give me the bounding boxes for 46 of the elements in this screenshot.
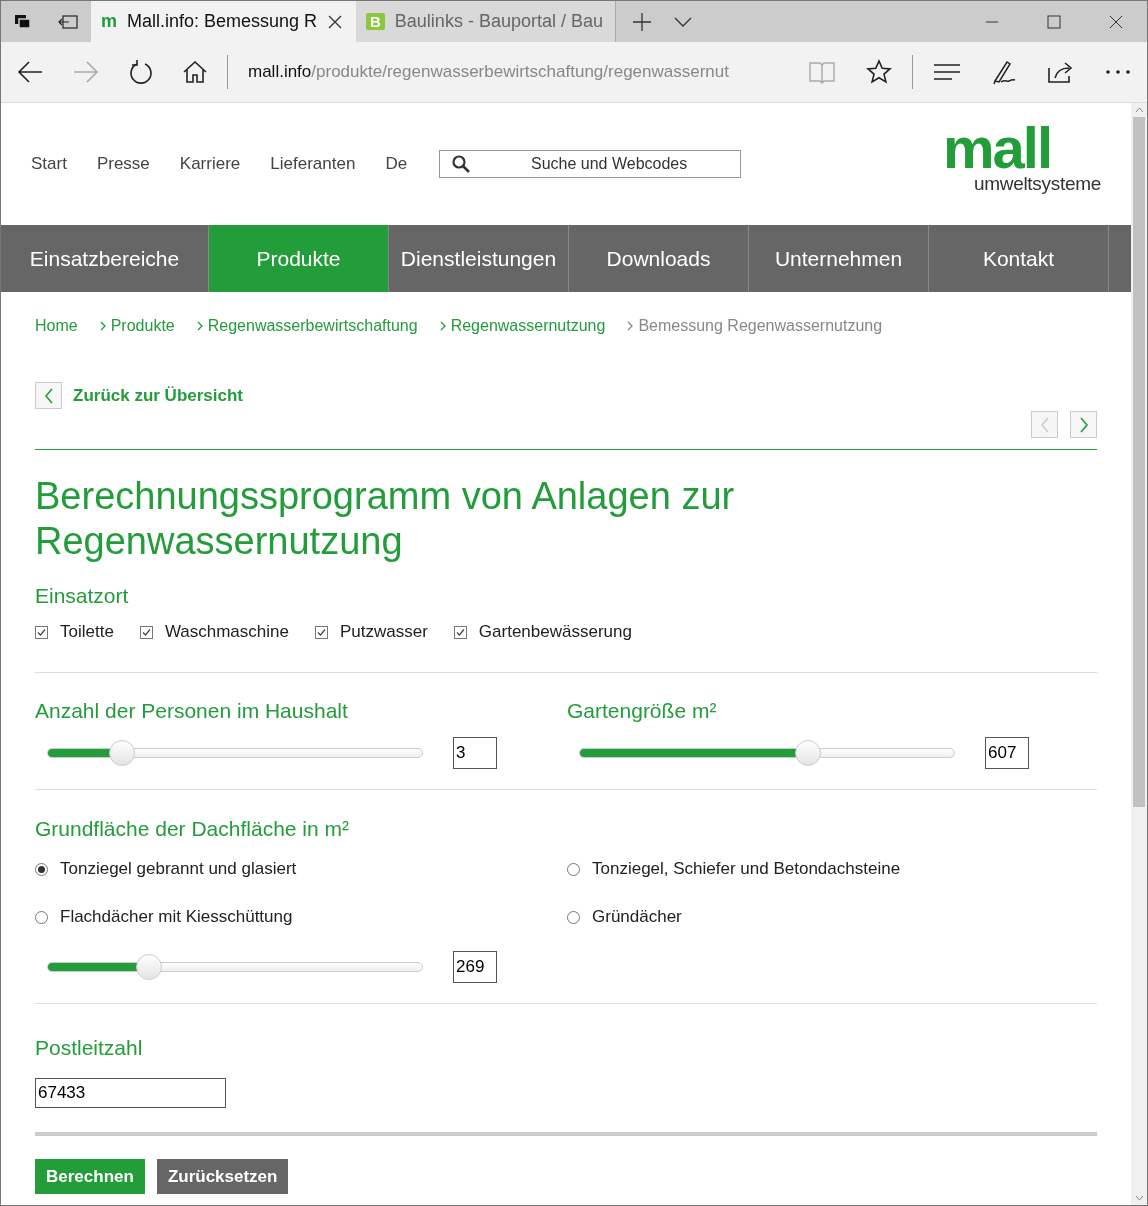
slider-heading: Anzahl der Personen im Haushalt xyxy=(35,699,349,723)
checkbox-label: Gartenbewässerung xyxy=(478,622,632,642)
nav-tab[interactable]: Kontakt xyxy=(929,225,1109,292)
page-title: Berechnungssprogramm von Anlagen zur Regenwassernutzung xyxy=(35,474,736,564)
site-favicon: B xyxy=(366,13,385,30)
back-link[interactable]: Zurück zur Übersicht xyxy=(73,385,244,406)
logo-tagline: umweltsysteme xyxy=(973,173,1101,195)
tab-title: Mall.info: Bemessung R xyxy=(127,11,318,32)
breadcrumb-link[interactable]: Regenwassernutzung xyxy=(450,317,606,335)
form-button[interactable]: Berechnen xyxy=(35,1159,145,1194)
checkbox-label: Putzwasser xyxy=(339,622,428,642)
header-link[interactable]: De xyxy=(385,154,408,174)
number-field[interactable]: 3 xyxy=(453,737,497,769)
nav-tab[interactable]: Produkte xyxy=(209,225,389,292)
radio-label: Gründächer xyxy=(592,907,682,927)
section-heading: Einsatzort xyxy=(35,584,130,608)
address-bar[interactable]: mall.info/produkte/regenwasserbewirtschaftung/regenwassernut xyxy=(248,62,778,82)
section-heading: Grundfläche der Dachfläche in m² xyxy=(35,817,350,841)
section-heading: Postleitzahl xyxy=(35,1036,144,1060)
header-link[interactable]: Lieferanten xyxy=(270,154,356,174)
checkbox-label: Waschmaschine xyxy=(164,622,289,642)
nav-tab[interactable]: Unternehmen xyxy=(749,225,929,292)
breadcrumb-link[interactable]: Regenwasserbewirtschaftung xyxy=(207,317,418,335)
breadcrumb-link[interactable]: Bemessung Regenwassernutzung xyxy=(638,317,883,335)
header-link[interactable]: Karriere xyxy=(179,154,241,174)
checkbox-label: Toilette xyxy=(60,622,114,642)
postcode-field[interactable]: 67433 xyxy=(35,1078,226,1108)
number-field[interactable]: 269 xyxy=(453,951,497,983)
header-link[interactable]: Presse xyxy=(96,154,150,174)
tab-title: Baulinks - Bauportal / Bau xyxy=(394,11,603,32)
radio-label: Flachdächer mit Kiesschüttung xyxy=(60,907,293,927)
search-field[interactable]: Suche und Webcodes xyxy=(439,150,742,178)
nav-tab[interactable]: Downloads xyxy=(569,225,749,292)
breadcrumb-link[interactable]: Home xyxy=(35,317,78,335)
site-favicon: m xyxy=(101,11,117,32)
radio-label: Tonziegel, Schiefer und Betondachsteine xyxy=(592,859,901,879)
form-button[interactable]: Zurücksetzen xyxy=(156,1159,289,1194)
nav-tab[interactable]: Dienstleistungen xyxy=(389,225,569,292)
radio-label: Tonziegel gebrannt und glasiert xyxy=(60,859,297,879)
breadcrumb-link[interactable]: Produkte xyxy=(110,317,175,335)
browser-tab[interactable]: m Mall.info: Bemessung R xyxy=(91,1,356,42)
number-field[interactable]: 607 xyxy=(985,737,1029,769)
header-link[interactable]: Start xyxy=(31,154,67,174)
logo-wordmark[interactable]: mall xyxy=(942,123,1051,173)
browser-tab[interactable]: B Baulinks - Bauportal / Bau xyxy=(356,1,616,42)
slider-heading: Gartengröße m² xyxy=(567,699,718,723)
